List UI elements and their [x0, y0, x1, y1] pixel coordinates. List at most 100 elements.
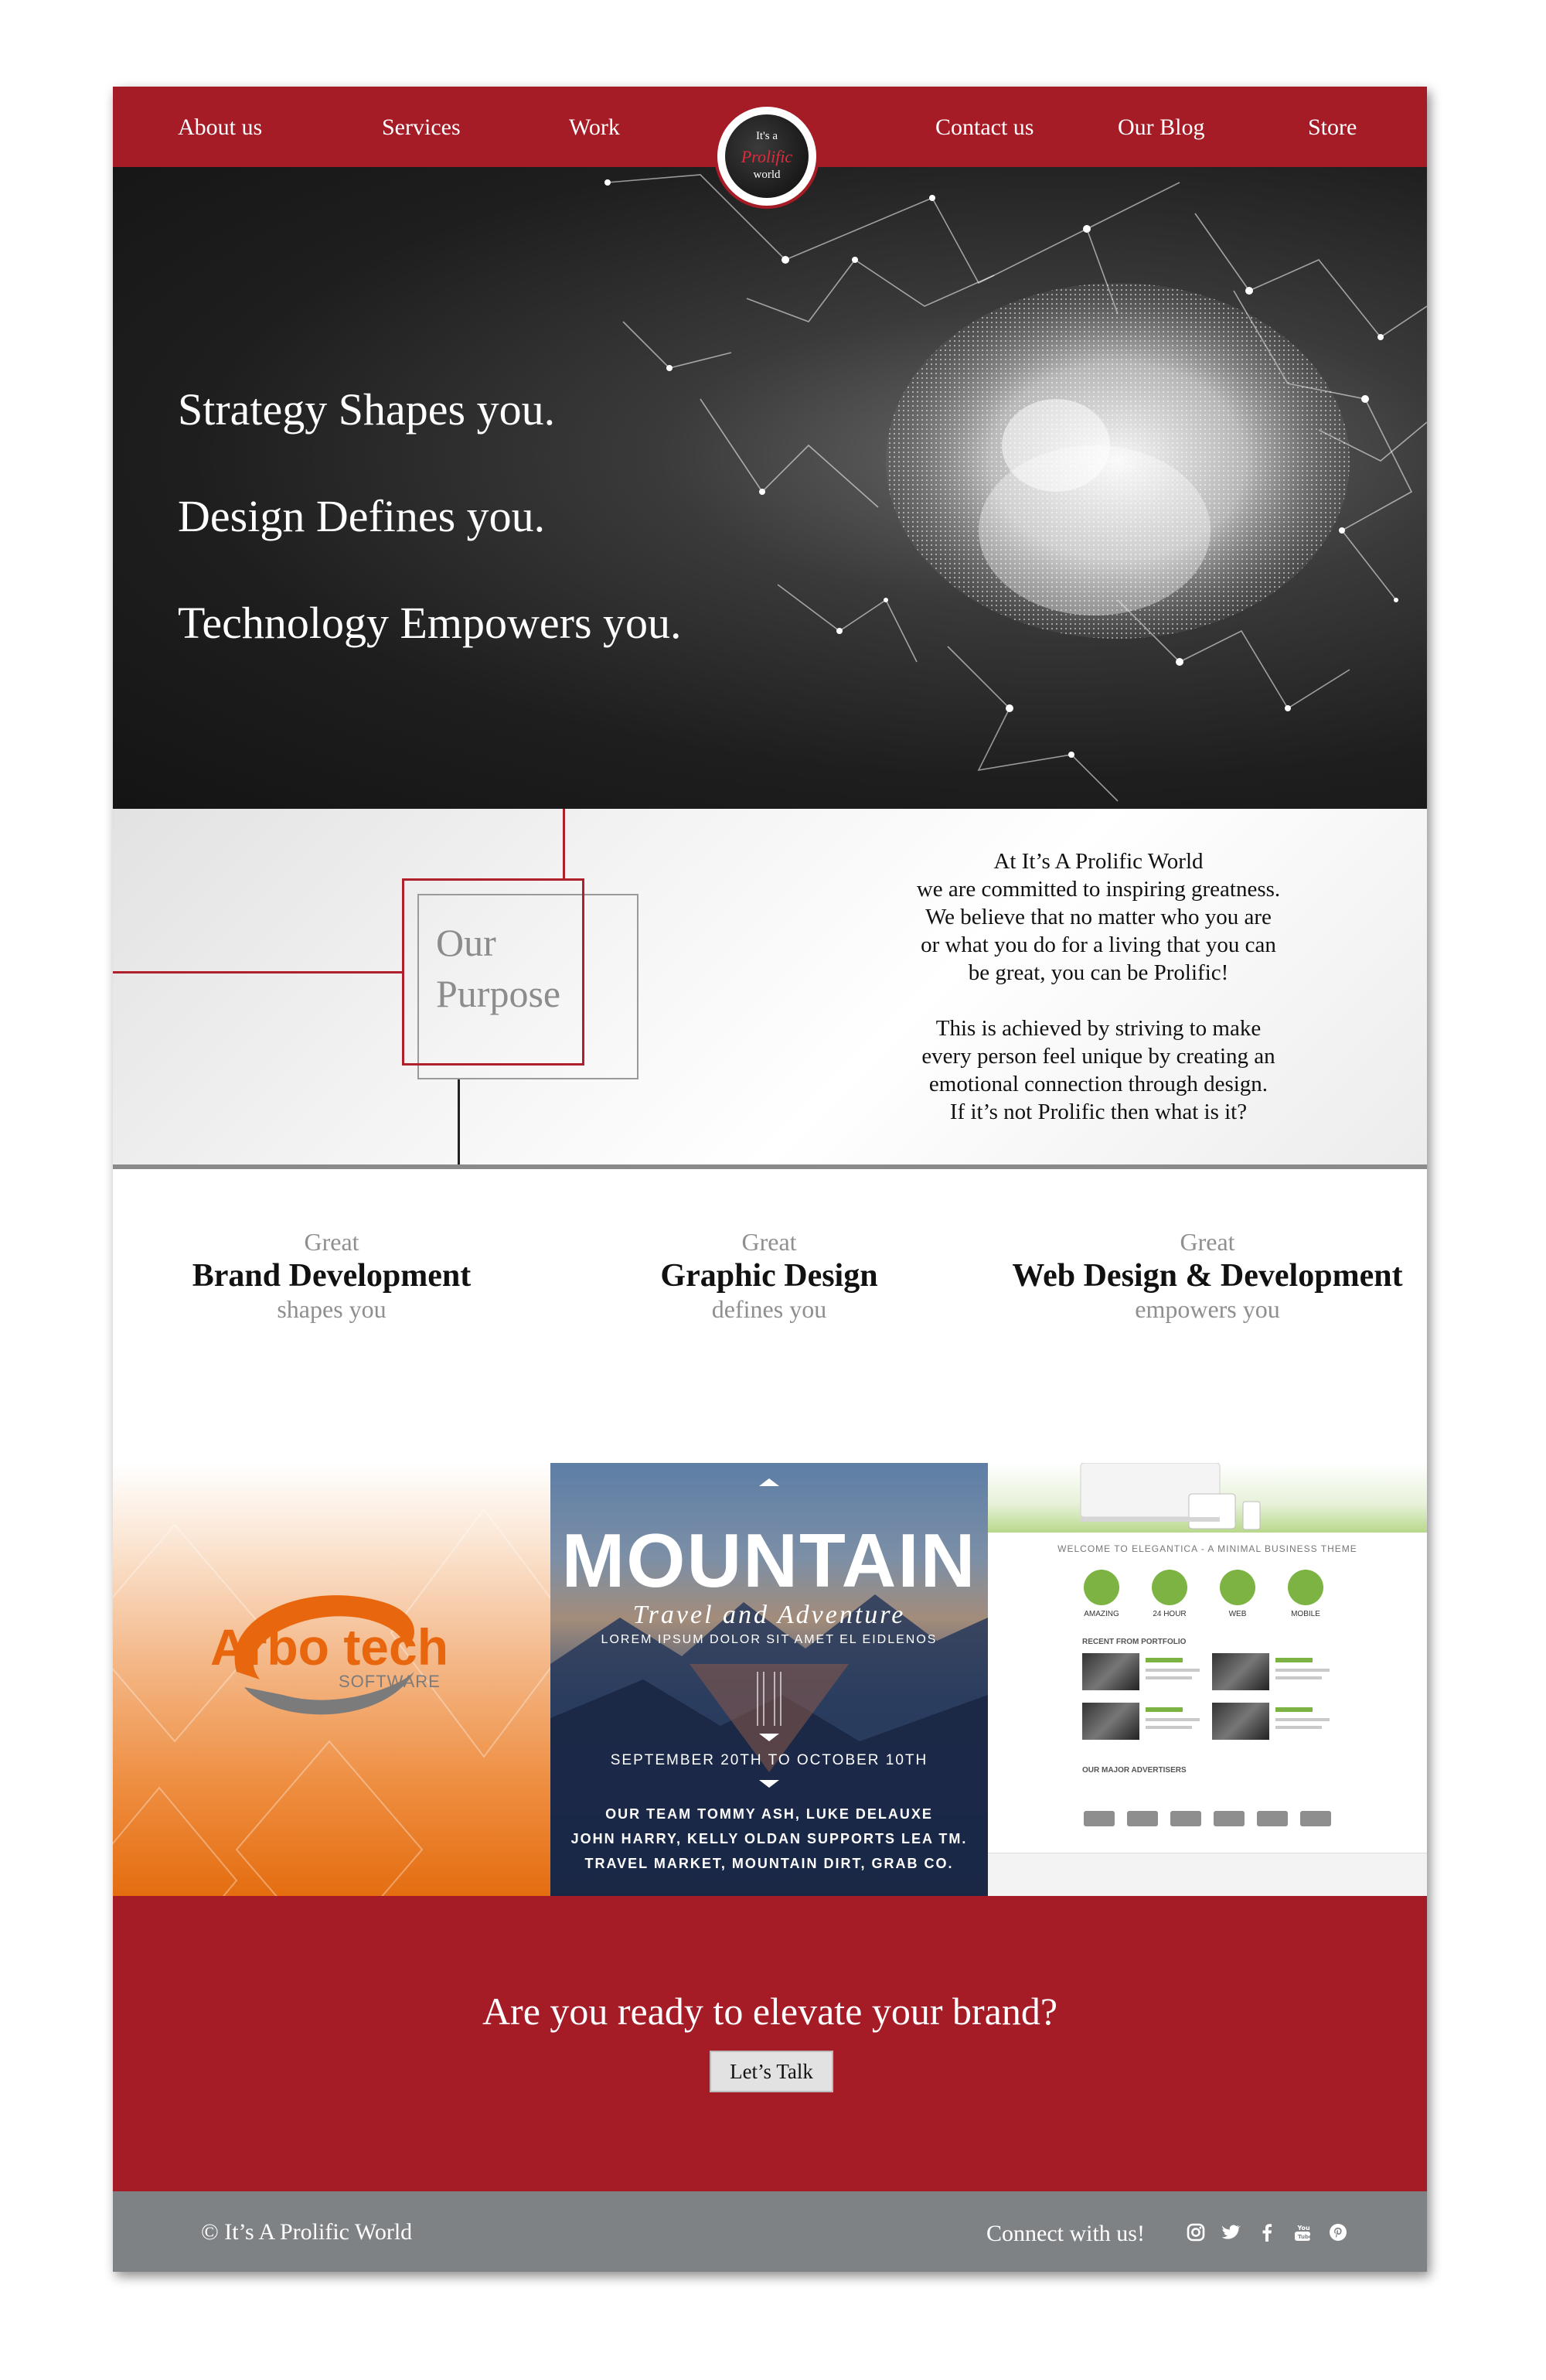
advertiser-logo [1300, 1811, 1331, 1826]
service-web-design[interactable]: Great Web Design & Development empowers … [988, 1169, 1427, 1896]
device-mockup-icon [1080, 1463, 1261, 1530]
service-graphic-design[interactable]: Great Graphic Design defines you MOUNTAI… [550, 1169, 988, 1896]
mountain-poster-image: MOUNTAIN Travel and Adventure LOREM IPSU… [550, 1463, 988, 1896]
web-welcome-text: WELCOME TO ELEGANTICA - A MINIMAL BUSINE… [1057, 1543, 1357, 1554]
purpose-paragraph-1: At It’s A Prolific World we are committe… [886, 847, 1311, 987]
purpose-red-line-left [113, 971, 402, 973]
youtube-icon[interactable]: You Tube [1292, 2222, 1313, 2242]
phone-icon [1152, 1570, 1187, 1605]
brain-network-graphic [604, 174, 1427, 802]
arbo-tech-logo-image: Arbo tech SOFTWARE [113, 1463, 550, 1896]
page: About us Services Work Contact us Our Bl… [113, 87, 1427, 2272]
mountain-subtitle: Travel and Adventure [632, 1601, 906, 1629]
mountain-title: MOUNTAIN [561, 1518, 977, 1603]
mountain-credit-2: JOHN HARRY, KELLY OLDAN SUPPORTS LEA TM. [570, 1831, 968, 1846]
svg-text:You: You [1297, 2225, 1311, 2232]
logo-text-1: It's a [755, 130, 778, 142]
purpose-text-line: every person feel unique by creating an [921, 1044, 1275, 1069]
service-heading: Great Graphic Design defines you [550, 1228, 988, 1324]
web-text-line [1146, 1669, 1200, 1672]
service-great: Great [1180, 1228, 1235, 1256]
recycle-icon [1084, 1570, 1119, 1605]
web-text-line [1146, 1726, 1192, 1729]
advertiser-logo [1257, 1811, 1288, 1826]
hero-banner: Strategy Shapes you. Design Defines you.… [113, 167, 1427, 809]
website-mockup-image: WELCOME TO ELEGANTICA - A MINIMAL BUSINE… [988, 1463, 1427, 1896]
nav-contact-us[interactable]: Contact us [935, 114, 1034, 141]
purpose-text-line: This is achieved by striving to make [935, 1016, 1262, 1041]
service-great: Great [304, 1228, 359, 1256]
svg-text:Tube: Tube [1298, 2234, 1313, 2240]
gear-icon [1220, 1570, 1255, 1605]
advertiser-logo [1214, 1811, 1245, 1826]
purpose-title-line1: Our [436, 921, 496, 964]
lets-talk-button[interactable]: Let’s Talk [710, 2051, 833, 2092]
connect-label: Connect with us! [986, 2221, 1145, 2246]
logo-text-3: world [753, 169, 781, 181]
mountain-lorem: LOREM IPSUM DOLOR SIT AMET EL EIDLENOS [601, 1633, 938, 1646]
service-subtitle: empowers you [1135, 1295, 1280, 1323]
web-portfolio-thumb [1212, 1653, 1269, 1690]
web-green-tag [1146, 1707, 1183, 1712]
purpose-text-line: At It’s A Prolific World [993, 849, 1204, 874]
hero-line-strategy: Strategy Shapes you. [178, 384, 556, 435]
nav-work[interactable]: Work [569, 114, 620, 141]
web-text-line [1275, 1726, 1322, 1729]
copyright-text: © It’s A Prolific World [201, 2219, 413, 2245]
web-feature-label: WEB [1228, 1610, 1247, 1618]
mountain-dates: SEPTEMBER 20TH TO OCTOBER 10TH [610, 1752, 928, 1768]
web-feature-label: 24 HOUR [1153, 1610, 1187, 1618]
purpose-text-line: or what you do for a living that you can [921, 933, 1276, 957]
web-mockup-footer [988, 1853, 1427, 1896]
purpose-text-line: If it’s not Prolific then what is it? [949, 1100, 1248, 1124]
service-subtitle: shapes you [277, 1295, 386, 1323]
logo-text-2: Prolific [741, 147, 793, 166]
advertiser-logo [1127, 1811, 1158, 1826]
services-section: Great Brand Development shapes you Arbo … [113, 1169, 1427, 1896]
purpose-text-line: We believe that no matter who you are [925, 905, 1272, 929]
cta-section: Are you ready to elevate your brand? Let… [113, 1896, 1427, 2191]
nav-store[interactable]: Store [1308, 114, 1357, 141]
web-text-line [1275, 1718, 1330, 1721]
site-logo[interactable]: It's a Prolific world [714, 104, 819, 209]
service-great: Great [741, 1228, 797, 1256]
nav-services[interactable]: Services [382, 114, 461, 141]
mountain-credit-1: OUR TEAM TOMMY ASH, LUKE DELAUXE [605, 1806, 933, 1822]
web-advertisers-heading: OUR MAJOR ADVERTISERS [1082, 1766, 1187, 1775]
purpose-text-line: emotional connection through design. [928, 1072, 1268, 1096]
web-green-tag [1275, 1707, 1313, 1712]
twitter-icon[interactable] [1221, 2222, 1241, 2242]
arbo-software-label: SOFTWARE [339, 1672, 441, 1691]
web-green-tag [1275, 1658, 1313, 1662]
cta-heading: Are you ready to elevate your brand? [482, 1990, 1058, 2033]
purpose-title-line2: Purpose [436, 972, 561, 1015]
purpose-text-line: we are committed to inspiring greatness. [916, 877, 1281, 902]
nav-about-us[interactable]: About us [178, 114, 262, 141]
advertiser-logo [1170, 1811, 1201, 1826]
facebook-icon[interactable] [1257, 2222, 1277, 2242]
mountain-credit-3: TRAVEL MARKET, MOUNTAIN DIRT, GRAB CO. [584, 1856, 954, 1871]
purpose-dark-line-bottom [458, 1079, 460, 1166]
web-green-tag [1146, 1658, 1183, 1662]
service-heading: Great Web Design & Development empowers … [988, 1228, 1427, 1324]
service-title: Graphic Design [660, 1258, 878, 1294]
web-portfolio-thumb [1082, 1653, 1139, 1690]
arbo-tech-wordmark: Arbo tech [210, 1618, 449, 1676]
purpose-statement: At It’s A Prolific World we are committe… [886, 847, 1311, 1126]
service-title: Web Design & Development [1012, 1258, 1403, 1294]
instagram-icon[interactable] [1186, 2222, 1206, 2242]
site-footer: © It’s A Prolific World Connect with us!… [113, 2191, 1427, 2272]
service-brand-development[interactable]: Great Brand Development shapes you Arbo … [113, 1169, 550, 1896]
nav-our-blog[interactable]: Our Blog [1118, 114, 1205, 141]
purpose-paragraph-2: This is achieved by striving to make eve… [886, 1014, 1311, 1126]
web-feature-label: AMAZING [1084, 1610, 1119, 1618]
pinterest-icon[interactable] [1328, 2222, 1348, 2242]
service-title: Brand Development [192, 1258, 472, 1294]
web-feature-label: MOBILE [1291, 1610, 1320, 1618]
advertiser-logo [1084, 1811, 1115, 1826]
web-recent-heading: RECENT FROM PORTFOLIO [1082, 1638, 1187, 1646]
logo-globe-icon: It's a Prolific world [725, 114, 809, 198]
web-portfolio-thumb [1212, 1703, 1269, 1740]
hero-line-technology: Technology Empowers you. [178, 598, 682, 648]
web-text-line [1146, 1676, 1192, 1679]
